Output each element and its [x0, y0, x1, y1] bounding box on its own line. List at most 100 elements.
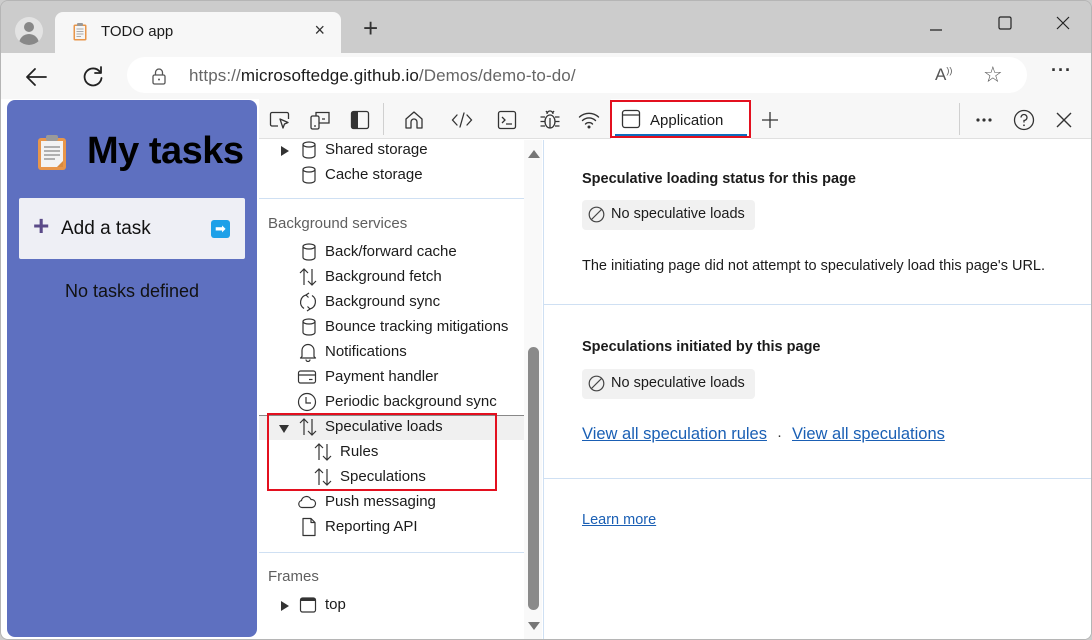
profile-avatar-icon[interactable] [15, 17, 43, 45]
sidebar-item-label: Back/forward cache [325, 243, 457, 260]
sidebar-item-background-sync[interactable]: Background sync [259, 290, 524, 315]
scroll-up-arrow-icon[interactable] [528, 150, 540, 158]
sidebar-item-label: Periodic background sync [325, 393, 497, 410]
url-text[interactable]: https://microsoftedge.github.io/Demos/de… [189, 66, 576, 86]
back-arrow-icon[interactable] [23, 63, 51, 91]
sidebar-item-label: Push messaging [325, 493, 436, 510]
sidebar-item-periodic-background-sync[interactable]: Periodic background sync [259, 390, 524, 415]
help-icon[interactable] [1013, 109, 1035, 131]
link-separator: · [777, 427, 782, 444]
expand-arrow-icon[interactable] [281, 601, 289, 611]
browser-more-icon[interactable]: ··· [1051, 61, 1072, 79]
submit-arrow-icon[interactable]: ➡ [211, 220, 230, 238]
speculative-loads-panel: Speculative loading status for this page… [544, 140, 1091, 639]
sidebar-item-label: Speculations [340, 468, 426, 485]
cloud-icon [298, 495, 317, 509]
sidebar-item-label: Background fetch [325, 268, 442, 285]
document-icon [302, 517, 316, 537]
sidebar-item-notifications[interactable]: Notifications [259, 340, 524, 365]
tab-application[interactable]: Application [611, 99, 751, 139]
devtools-toolbar: Application [259, 99, 1091, 139]
sidebar-scrollbar[interactable] [524, 140, 542, 639]
url-scheme: https:// [189, 66, 241, 85]
no-entry-icon [588, 375, 605, 392]
scroll-down-arrow-icon[interactable] [528, 622, 540, 630]
bell-icon [299, 343, 317, 362]
expand-arrow-icon[interactable] [281, 146, 289, 156]
todo-app: My tasks + Add a task ➡ No tasks defined [7, 100, 257, 637]
section-divider [259, 198, 524, 199]
app-title: My tasks [87, 130, 244, 172]
bug-sources-icon[interactable] [539, 109, 561, 131]
devtools-panel: Application Shared storage Cache storage… [259, 99, 1091, 639]
devtools-more-icon[interactable] [973, 109, 995, 131]
add-task-input[interactable]: + Add a task ➡ [19, 198, 245, 259]
toolbar-divider [383, 103, 384, 135]
view-all-speculation-rules-link[interactable]: View all speculation rules [582, 425, 767, 444]
sidebar-item-label: Background sync [325, 293, 441, 310]
inspect-element-icon[interactable] [269, 109, 291, 131]
favorite-star-icon[interactable]: ☆ [983, 62, 1003, 88]
minimize-icon[interactable] [915, 9, 955, 39]
database-icon [302, 166, 316, 184]
no-entry-icon [588, 206, 605, 223]
tab-close-icon[interactable]: × [314, 20, 325, 41]
toggle-sidebar-icon[interactable] [349, 109, 371, 131]
read-aloud-icon[interactable]: A)) [935, 65, 952, 85]
home-icon[interactable] [403, 109, 425, 131]
lock-icon[interactable] [151, 67, 167, 85]
sidebar-item-push-messaging[interactable]: Push messaging [259, 490, 524, 515]
sidebar-item-bounce-tracking-mitigations[interactable]: Bounce tracking mitigations [259, 315, 524, 340]
sidebar-item-label: Rules [340, 443, 379, 460]
sync-icon [300, 292, 316, 312]
browser-window: TODO app × + https://microsoftedge.githu… [0, 0, 1092, 640]
device-emulation-icon[interactable] [309, 109, 331, 131]
window-close-icon[interactable] [1043, 9, 1083, 39]
sidebar-item-reporting-api[interactable]: Reporting API [259, 515, 524, 540]
up-down-arrows-icon [314, 468, 332, 486]
add-task-placeholder: Add a task [61, 218, 151, 239]
more-tools-plus-icon[interactable] [759, 109, 781, 131]
address-bar[interactable]: https://microsoftedge.github.io/Demos/de… [127, 57, 1027, 93]
maximize-icon[interactable] [985, 9, 1025, 39]
browser-tab-todo[interactable]: TODO app × [55, 12, 341, 53]
navigation-bar: https://microsoftedge.github.io/Demos/de… [1, 53, 1091, 99]
view-all-speculations-link[interactable]: View all speculations [792, 425, 945, 444]
refresh-icon[interactable] [79, 63, 107, 91]
sidebar-item-speculative-loads[interactable]: Speculative loads [259, 415, 524, 440]
sidebar-item-back-forward-cache[interactable]: Back/forward cache [259, 240, 524, 265]
database-icon [302, 141, 316, 159]
sidebar-item-cache-storage[interactable]: Cache storage [259, 163, 524, 188]
section-title-frames: Frames [268, 568, 319, 585]
status-badge: No speculative loads [582, 200, 755, 230]
application-tab-label: Application [650, 112, 724, 129]
sidebar-item-rules[interactable]: Rules [259, 440, 524, 465]
devtools-close-icon[interactable] [1053, 109, 1075, 131]
sidebar-item-background-fetch[interactable]: Background fetch [259, 265, 524, 290]
clipboard-icon [73, 23, 87, 41]
sidebar-item-shared-storage[interactable]: Shared storage [259, 140, 524, 163]
sidebar-item-frame-top[interactable]: top [259, 593, 524, 618]
sidebar-item-label: Notifications [325, 343, 407, 360]
tab-title: TODO app [101, 23, 174, 40]
empty-state-message: No tasks defined [64, 281, 200, 301]
network-wifi-icon[interactable] [578, 109, 600, 131]
sidebar-item-label: Speculative loads [325, 418, 443, 435]
sidebar-item-label: Reporting API [325, 518, 418, 535]
new-tab-button[interactable]: + [363, 15, 378, 41]
sidebar-item-speculations[interactable]: Speculations [259, 465, 524, 490]
collapse-arrow-icon[interactable] [279, 425, 289, 433]
elements-code-icon[interactable] [451, 109, 473, 131]
console-icon[interactable] [496, 109, 518, 131]
database-icon [302, 318, 316, 336]
url-path: /Demos/demo-to-do/ [418, 66, 576, 85]
sidebar-item-label: Payment handler [325, 368, 439, 385]
sidebar-item-label: Shared storage [325, 141, 428, 158]
frame-icon [299, 597, 317, 613]
scrollbar-thumb[interactable] [528, 347, 539, 610]
page-content: My tasks + Add a task ➡ No tasks defined [1, 99, 1091, 639]
initiated-badge: No speculative loads [582, 369, 755, 399]
sidebar-item-label: Bounce tracking mitigations [325, 318, 509, 335]
sidebar-item-payment-handler[interactable]: Payment handler [259, 365, 524, 390]
learn-more-link[interactable]: Learn more [582, 512, 656, 528]
